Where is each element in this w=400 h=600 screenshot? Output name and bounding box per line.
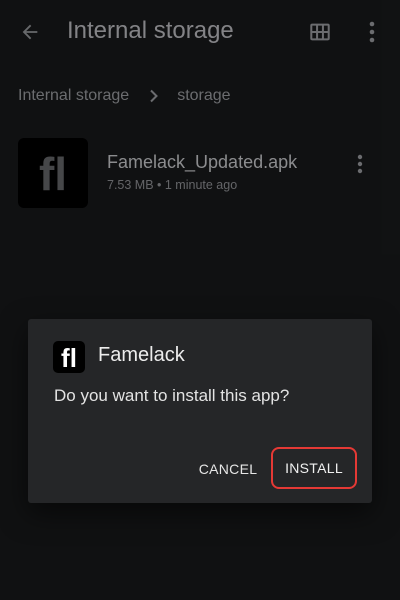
app-icon: fl (53, 341, 85, 373)
app-name: Famelack (98, 344, 185, 366)
dialog-scrim[interactable] (0, 0, 400, 600)
cancel-button[interactable]: CANCEL (190, 451, 266, 487)
install-button[interactable]: INSTALL (271, 447, 357, 489)
install-dialog: fl Famelack Do you want to install this … (28, 319, 372, 503)
install-prompt: Do you want to install this app? (54, 386, 290, 405)
svg-text:fl: fl (61, 343, 77, 371)
